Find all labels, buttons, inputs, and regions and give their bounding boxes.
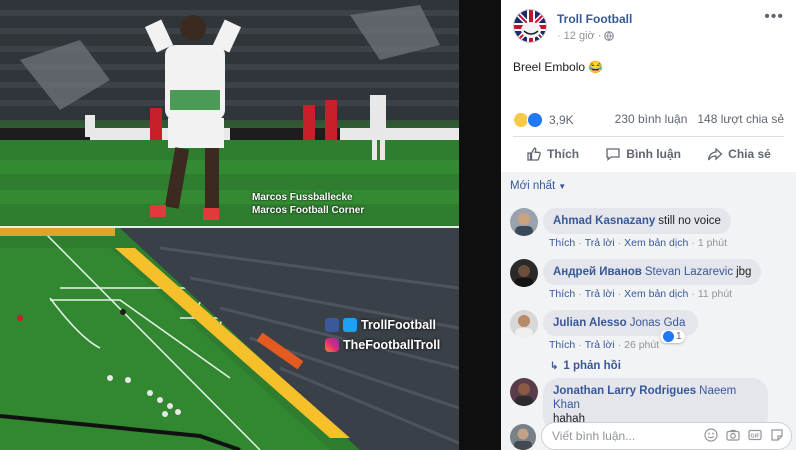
avatar[interactable] xyxy=(510,208,538,236)
post-panel: Troll Football · 12 giờ · ••• Breel Embo… xyxy=(501,0,796,450)
globe-icon xyxy=(604,31,615,41)
comment-like-link[interactable]: Thích xyxy=(549,339,575,351)
brand-instagram-handle: TheFootballTroll xyxy=(343,338,441,352)
comment-reply-link[interactable]: Trả lời xyxy=(585,237,615,249)
brand-twitter-handle: TrollFootball xyxy=(361,318,436,332)
comment-bubble: Ahmad Kasnazany still no voice xyxy=(543,208,731,234)
brand-social-line: TrollFootball xyxy=(325,318,436,332)
composer-tools: GIF xyxy=(704,428,784,442)
comment-text: still no voice xyxy=(658,215,721,227)
comment-item: Ahmad Kasnazany still no voice Thích · Trả… xyxy=(510,208,792,254)
comments-sort-dropdown[interactable]: Mới nhất ▼ xyxy=(510,180,566,192)
post-meta: · 12 giờ · xyxy=(557,30,615,42)
share-arrow-icon xyxy=(708,147,723,161)
photo-aerial-pitch: TrollFootball TheFootballTroll xyxy=(0,228,459,450)
engagement-counts: 230 bình luận 148 lượt chia sẻ xyxy=(615,112,784,126)
troll-face-icon xyxy=(514,10,546,42)
comment-button[interactable]: Bình luận xyxy=(605,146,681,162)
photo-backdrop xyxy=(459,0,501,450)
svg-text:GIF: GIF xyxy=(750,434,760,440)
comments-sort-label: Mới nhất xyxy=(510,180,556,192)
comment-translate-link[interactable]: Xem bản dịch xyxy=(624,237,688,249)
post-time[interactable]: 12 giờ xyxy=(564,30,595,42)
comment-actions: Thích · Trả lời · Xem bản dịch · 1 phút xyxy=(549,237,728,249)
reactions-count: 3,9K xyxy=(549,113,574,127)
avatar[interactable] xyxy=(510,259,538,287)
divider xyxy=(513,136,784,137)
avatar xyxy=(510,424,536,450)
post-header: Troll Football · 12 giờ · ••• xyxy=(501,0,796,48)
thumbs-up-icon xyxy=(527,147,541,161)
like-reaction-icon xyxy=(527,112,543,128)
comment-like-badge[interactable]: 1 xyxy=(660,330,685,343)
comment-item: Jonathan Larry Rodrigues Naeem Khan hahah xyxy=(510,378,792,432)
celebration-scene xyxy=(0,0,459,226)
reactions-summary[interactable]: 3,9K xyxy=(513,112,574,128)
photo-credit-line1: Marcos Fussballecke xyxy=(252,192,353,203)
comment-item: Андрей Иванов Stevan Lazarevic jbg Thích · … xyxy=(510,259,792,305)
comment-actions: Thích · Trả lời · 26 phút xyxy=(549,339,660,351)
brand-instagram-line: TheFootballTroll xyxy=(325,338,440,352)
shares-count[interactable]: 148 lượt chia sẻ xyxy=(697,112,784,126)
twitter-icon xyxy=(343,318,357,332)
replies-count: 1 phản hồi xyxy=(563,360,621,372)
comments-section: Mới nhất ▼ Ahmad Kasnazany still no voice… xyxy=(501,172,796,450)
comment-button-label: Bình luận xyxy=(626,147,681,161)
share-button-label: Chia sẻ xyxy=(728,147,771,161)
comment-text: jbg xyxy=(736,266,752,278)
comment-bubble: Андрей Иванов Stevan Lazarevic jbg xyxy=(543,259,762,285)
comment-reply-link[interactable]: Trả lời xyxy=(585,288,615,300)
post-photo[interactable]: Marcos Fussballecke Marcos Football Corn… xyxy=(0,0,459,450)
comment-item: Julian Alesso Jonas Gda 1 Thích · Trả lời ·… xyxy=(510,310,792,380)
comment-author[interactable]: Julian Alesso xyxy=(553,317,627,329)
comment-actions: Thích · Trả lời · Xem bản dịch · 11 phút xyxy=(549,288,733,300)
photo-credit: Marcos Fussballecke Marcos Football Corn… xyxy=(252,191,364,217)
comment-author[interactable]: Ahmad Kasnazany xyxy=(553,215,655,227)
photo-celebration: Marcos Fussballecke Marcos Football Corn… xyxy=(0,0,459,226)
like-button[interactable]: Thích xyxy=(526,146,579,162)
page-avatar[interactable] xyxy=(513,9,547,43)
comment-like-link[interactable]: Thích xyxy=(549,288,575,300)
speech-bubble-icon xyxy=(606,148,620,161)
share-button[interactable]: Chia sẻ xyxy=(707,146,771,162)
view-replies-link[interactable]: ↳ 1 phản hồi xyxy=(550,360,621,372)
camera-icon[interactable] xyxy=(726,428,740,442)
post-actions: Thích Bình luận Chia sẻ xyxy=(513,140,784,168)
post-text: Breel Embolo 😂 xyxy=(513,60,604,74)
comment-text[interactable]: Jonas Gda xyxy=(630,317,686,329)
photo-credit-line2: Marcos Football Corner xyxy=(252,205,365,216)
comment-reply-link[interactable]: Trả lời xyxy=(585,339,615,351)
reply-arrow-icon: ↳ xyxy=(550,360,559,372)
like-reaction-icon xyxy=(663,331,674,342)
comment-time[interactable]: 1 phút xyxy=(698,237,727,249)
comment-time[interactable]: 26 phút xyxy=(624,339,659,351)
comment-composer: GIF xyxy=(510,422,792,450)
more-options-icon[interactable]: ••• xyxy=(764,8,784,26)
comment-time[interactable]: 11 phút xyxy=(698,288,732,300)
avatar[interactable] xyxy=(510,310,538,338)
caret-down-icon: ▼ xyxy=(558,181,567,191)
comment-mention[interactable]: Stevan Lazarevic xyxy=(645,266,733,278)
instagram-icon xyxy=(325,338,339,352)
sticker-icon[interactable] xyxy=(770,428,784,442)
comment-translate-link[interactable]: Xem bản dịch xyxy=(624,288,688,300)
emoji-icon[interactable] xyxy=(704,428,718,442)
comment-author[interactable]: Андрей Иванов xyxy=(553,266,642,278)
facebook-icon xyxy=(325,318,339,332)
comment-author[interactable]: Jonathan Larry Rodrigues xyxy=(553,385,696,397)
avatar[interactable] xyxy=(510,378,538,406)
gif-icon[interactable]: GIF xyxy=(748,428,762,442)
like-button-label: Thích xyxy=(547,147,580,161)
comments-count[interactable]: 230 bình luận xyxy=(615,112,688,126)
comment-like-link[interactable]: Thích xyxy=(549,237,575,249)
comment-like-count: 1 xyxy=(676,331,682,342)
page-name[interactable]: Troll Football xyxy=(557,12,632,26)
